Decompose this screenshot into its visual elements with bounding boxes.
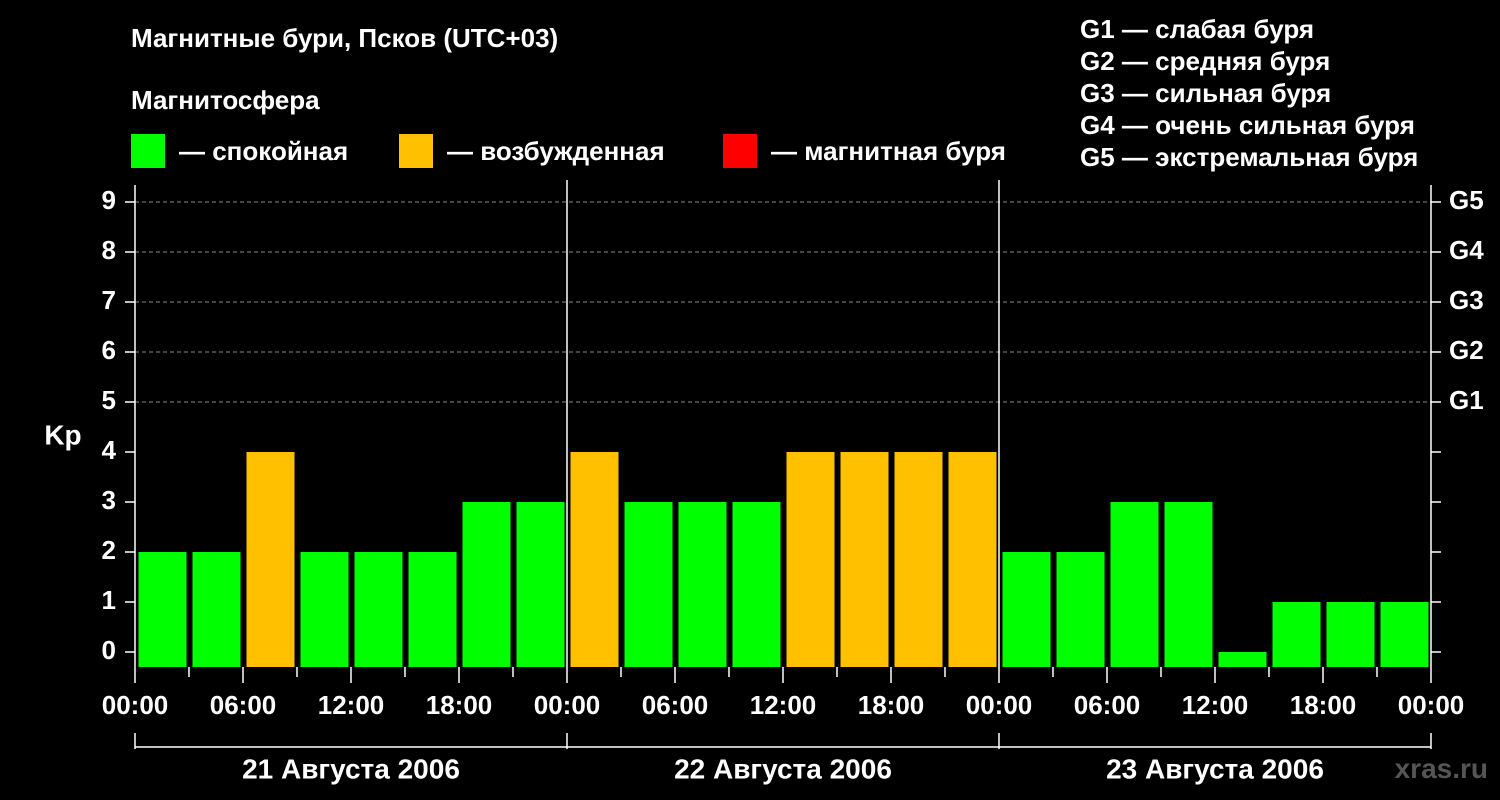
x-tick-label-4: 00:00 xyxy=(534,690,601,720)
x-tick-label-10: 12:00 xyxy=(1182,690,1249,720)
storm-level-label-g2: G2 xyxy=(1449,335,1484,365)
x-tick-label-6: 12:00 xyxy=(750,690,817,720)
kp-bar-23 xyxy=(1380,602,1429,667)
kp-bar-8 xyxy=(570,452,619,667)
kp-bar-14 xyxy=(894,452,943,667)
y-tick-label-0: 0 xyxy=(102,635,116,665)
kp-bar-1 xyxy=(192,552,241,667)
kp-bar-22 xyxy=(1326,602,1375,667)
x-tick-label-5: 06:00 xyxy=(642,690,709,720)
x-tick-label-11: 18:00 xyxy=(1290,690,1357,720)
x-tick-label-12: 00:00 xyxy=(1398,690,1465,720)
kp-bar-18 xyxy=(1110,502,1159,667)
kp-bar-7 xyxy=(516,502,565,667)
y-tick-label-6: 6 xyxy=(102,335,116,365)
kp-bar-20 xyxy=(1218,652,1267,667)
kp-bar-15 xyxy=(948,452,997,667)
x-tick-label-7: 18:00 xyxy=(858,690,925,720)
day-label-1: 22 Августа 2006 xyxy=(674,753,892,784)
x-tick-label-2: 12:00 xyxy=(318,690,385,720)
y-tick-label-4: 4 xyxy=(102,435,117,465)
kp-bar-16 xyxy=(1002,552,1051,667)
kp-bar-2 xyxy=(246,452,295,667)
watermark: xras.ru xyxy=(1394,753,1488,784)
y-tick-label-3: 3 xyxy=(102,485,116,515)
y-tick-label-8: 8 xyxy=(102,235,116,265)
y-tick-label-2: 2 xyxy=(102,535,116,565)
kp-bar-21 xyxy=(1272,602,1321,667)
kp-bar-3 xyxy=(300,552,349,667)
kp-bar-chart: 0 1 2 3 4 5 6 7 8 9 G1 G2 G3 G4 G5 00:00 06:00 12:00 18:00… xyxy=(44,180,1484,784)
day-label-2: 23 Августа 2006 xyxy=(1106,753,1324,784)
storm-level-label-g4: G4 xyxy=(1449,235,1484,265)
kp-bar-4 xyxy=(354,552,403,667)
bars-layer xyxy=(138,452,1429,667)
x-tick-label-1: 06:00 xyxy=(210,690,277,720)
grid-layer xyxy=(135,201,1431,403)
x-tick-label-0: 00:00 xyxy=(102,690,169,720)
x-tick-label-3: 18:00 xyxy=(426,690,493,720)
x-tick-label-9: 06:00 xyxy=(1074,690,1141,720)
kp-bar-17 xyxy=(1056,552,1105,667)
x-tick-label-8: 00:00 xyxy=(966,690,1033,720)
kp-bar-12 xyxy=(786,452,835,667)
day-label-0: 21 Августа 2006 xyxy=(242,753,460,784)
storm-level-label-g1: G1 xyxy=(1449,385,1484,415)
kp-bar-13 xyxy=(840,452,889,667)
kp-bar-6 xyxy=(462,502,511,667)
y-tick-label-1: 1 xyxy=(102,585,116,615)
y-tick-label-9: 9 xyxy=(102,185,116,215)
kp-bar-5 xyxy=(408,552,457,667)
y-tick-label-5: 5 xyxy=(102,385,116,415)
storm-level-label-g3: G3 xyxy=(1449,285,1484,315)
kp-bar-11 xyxy=(732,502,781,667)
y-axis-label: Kp xyxy=(44,419,81,450)
kp-bar-9 xyxy=(624,502,673,667)
kp-bar-0 xyxy=(138,552,187,667)
kp-bar-10 xyxy=(678,502,727,667)
y-tick-label-7: 7 xyxy=(102,285,116,315)
storm-level-label-g5: G5 xyxy=(1449,185,1484,215)
kp-bar-19 xyxy=(1164,502,1213,667)
